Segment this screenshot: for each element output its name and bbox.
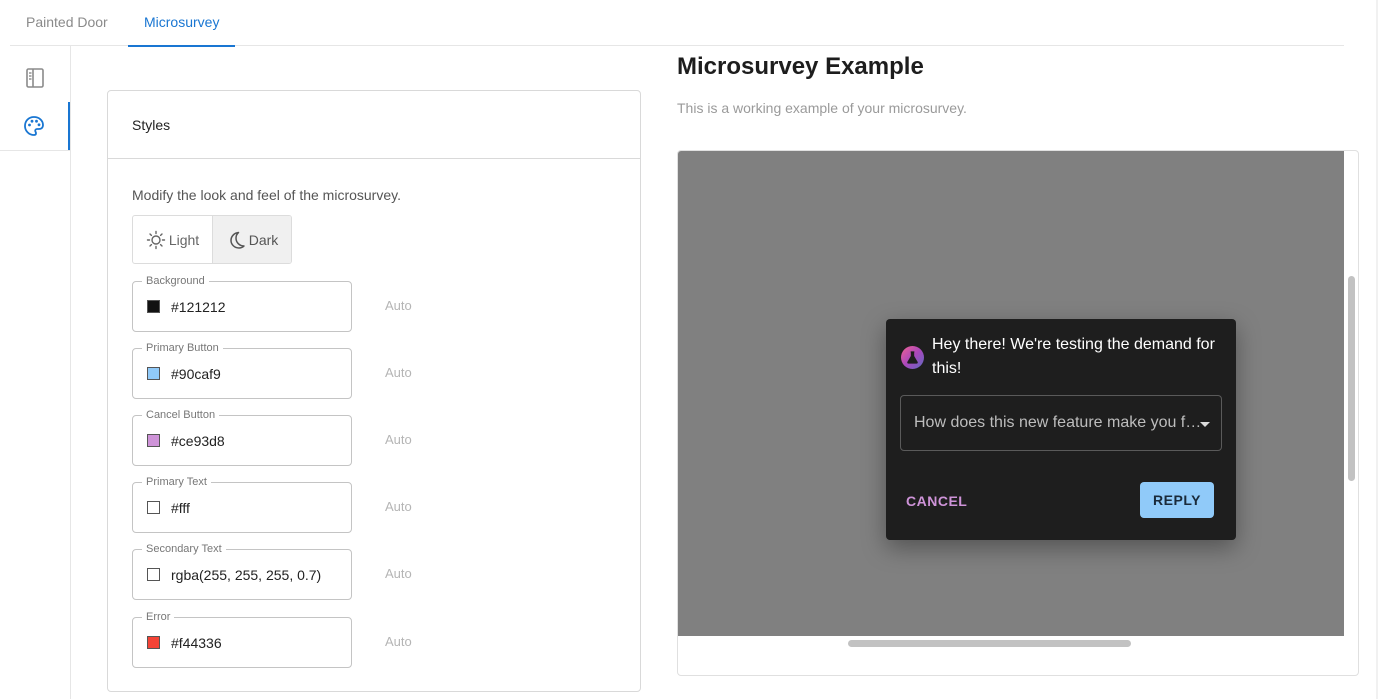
color-swatch[interactable] <box>147 300 160 313</box>
auto-button[interactable]: Auto <box>385 566 412 581</box>
background-color-field[interactable]: Background #121212 <box>132 275 352 332</box>
feeling-select[interactable]: How does this new feature make you feel? <box>900 395 1222 451</box>
left-rail <box>0 46 71 699</box>
field-value: rgba(255, 255, 255, 0.7) <box>171 567 322 583</box>
styles-card-title: Styles <box>108 91 640 159</box>
horizontal-scrollbar[interactable] <box>848 640 1131 647</box>
color-swatch[interactable] <box>147 568 160 581</box>
styles-card: Styles Modify the look and feel of the m… <box>107 90 641 692</box>
primary-button-color-field[interactable]: Primary Button #90caf9 <box>132 342 352 399</box>
color-swatch[interactable] <box>147 434 160 447</box>
color-swatch[interactable] <box>147 367 160 380</box>
moon-icon <box>229 231 245 249</box>
secondary-text-color-field[interactable]: Secondary Text rgba(255, 255, 255, 0.7) <box>132 543 352 600</box>
dark-mode-label: Dark <box>248 231 279 248</box>
field-label: Primary Text <box>142 476 211 488</box>
light-mode-label: Light <box>168 231 200 248</box>
dark-mode-button[interactable]: Dark <box>212 216 291 263</box>
vertical-scrollbar[interactable] <box>1348 276 1355 481</box>
field-label: Error <box>142 611 175 623</box>
styles-description: Modify the look and feel of the microsur… <box>132 187 401 203</box>
field-value: #90caf9 <box>171 366 221 382</box>
field-value: #f44336 <box>171 635 222 651</box>
auto-button[interactable]: Auto <box>385 365 412 380</box>
example-title: Microsurvey Example <box>677 53 924 80</box>
field-label: Primary Button <box>142 342 223 354</box>
light-mode-button[interactable]: Light <box>133 216 212 263</box>
select-value: How does this new feature make you feel? <box>914 414 1202 431</box>
sidebar-item-styles[interactable] <box>0 102 70 150</box>
tab-microsurvey[interactable]: Microsurvey <box>128 0 236 47</box>
avatar <box>901 346 924 369</box>
microsurvey-dialog: Hey there! We're testing the demand for … <box>886 319 1236 540</box>
error-color-field[interactable]: Error #f44336 <box>132 611 352 668</box>
field-label: Cancel Button <box>142 409 220 421</box>
palette-icon <box>24 116 44 136</box>
field-value: #ce93d8 <box>171 433 225 449</box>
sun-icon <box>146 230 166 249</box>
preview-backdrop: Hey there! We're testing the demand for … <box>678 151 1344 636</box>
field-label: Secondary Text <box>142 543 226 555</box>
preview-frame: Hey there! We're testing the demand for … <box>677 150 1359 676</box>
cancel-button[interactable]: CANCEL <box>896 483 977 519</box>
tab-painted-door[interactable]: Painted Door <box>10 0 124 46</box>
reply-button[interactable]: REPLY <box>1140 482 1214 518</box>
sidebar-item-layout[interactable] <box>0 54 70 102</box>
theme-mode-toggle: Light Dark <box>132 215 292 264</box>
top-tabs: Painted Door Microsurvey <box>10 0 1344 47</box>
field-value: #fff <box>171 500 190 516</box>
color-swatch[interactable] <box>147 636 160 649</box>
rail-divider <box>0 150 70 151</box>
dialog-title: Hey there! We're testing the demand for … <box>932 336 1215 377</box>
cancel-button-color-field[interactable]: Cancel Button #ce93d8 <box>132 409 352 466</box>
flask-icon <box>907 351 918 364</box>
field-label: Background <box>142 275 209 287</box>
auto-button[interactable]: Auto <box>385 432 412 447</box>
chevron-down-icon <box>1200 422 1210 427</box>
auto-button[interactable]: Auto <box>385 298 412 313</box>
example-subtitle: This is a working example of your micros… <box>677 100 967 116</box>
layout-icon <box>26 68 44 88</box>
primary-text-color-field[interactable]: Primary Text #fff <box>132 476 352 533</box>
field-value: #121212 <box>171 299 226 315</box>
auto-button[interactable]: Auto <box>385 634 412 649</box>
auto-button[interactable]: Auto <box>385 499 412 514</box>
color-swatch[interactable] <box>147 501 160 514</box>
